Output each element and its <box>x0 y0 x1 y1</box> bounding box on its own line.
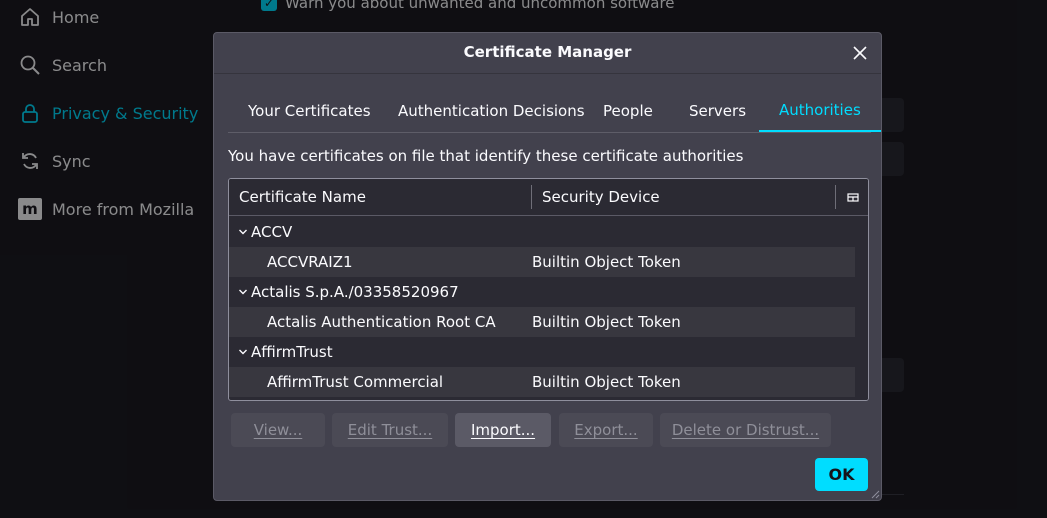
tree-scrollbar[interactable] <box>856 216 868 400</box>
certificate-tree[interactable]: Certificate Name Security Device ACCV AC… <box>228 178 869 401</box>
chevron-down-icon[interactable] <box>237 226 249 238</box>
tab-your-certificates[interactable]: Your Certificates <box>242 89 377 132</box>
tree-row-group[interactable]: AffirmTrust <box>229 337 855 367</box>
tree-row-certificate[interactable]: ACCVRAIZ1 Builtin Object Token <box>229 247 855 277</box>
tab-authorities[interactable]: Authorities <box>759 89 881 132</box>
column-picker-button[interactable] <box>846 190 860 204</box>
security-device: Builtin Object Token <box>532 253 681 271</box>
column-divider[interactable] <box>531 185 532 209</box>
security-device: Builtin Object Token <box>532 313 681 331</box>
edit-trust-button[interactable]: Edit Trust... <box>332 413 448 447</box>
button-label: Delete or Distrust... <box>671 421 820 439</box>
certificate-name: AffirmTrust Commercial <box>267 373 444 391</box>
close-icon <box>853 46 867 60</box>
button-label: OK <box>828 465 855 484</box>
chevron-down-icon[interactable] <box>237 286 249 298</box>
tab-label: Authorities <box>779 100 861 119</box>
button-label: Edit Trust... <box>347 421 433 439</box>
tab-label: People <box>603 101 653 120</box>
tree-row-certificate[interactable]: Actalis Authentication Root CA Builtin O… <box>229 307 855 337</box>
tree-row-group[interactable]: Actalis S.p.A./03358520967 <box>229 277 855 307</box>
column-header-security-device[interactable]: Security Device <box>542 179 660 215</box>
tree-row-certificate[interactable]: AffirmTrust Commercial Builtin Object To… <box>229 367 855 397</box>
import-button[interactable]: Import... <box>455 413 551 447</box>
tab-authentication-decisions[interactable]: Authentication Decisions <box>392 89 591 132</box>
authorities-description: You have certificates on file that ident… <box>228 147 744 165</box>
certificate-name: Actalis Authentication Root CA <box>267 313 496 331</box>
column-header-label: Security Device <box>542 188 660 206</box>
tab-label: Servers <box>689 101 747 120</box>
security-device: Builtin Object Token <box>532 373 681 391</box>
tree-header: Certificate Name Security Device <box>229 179 868 216</box>
close-button[interactable] <box>849 42 871 64</box>
ok-button[interactable]: OK <box>815 458 868 491</box>
export-button[interactable]: Export... <box>559 413 653 447</box>
tree-row-group[interactable]: ACCV <box>229 217 855 247</box>
column-divider[interactable] <box>835 185 836 209</box>
divider <box>214 73 881 74</box>
view-button[interactable]: View... <box>231 413 325 447</box>
certificate-manager-dialog: Certificate Manager Your Certificates Au… <box>213 32 882 501</box>
group-name: ACCV <box>251 223 293 241</box>
column-header-certificate-name[interactable]: Certificate Name <box>239 179 366 215</box>
certificate-name: ACCVRAIZ1 <box>267 253 353 271</box>
tab-bar: Your Certificates Authentication Decisio… <box>228 89 881 133</box>
button-label: Export... <box>574 421 638 439</box>
button-label: Import... <box>470 421 536 439</box>
dialog-title: Certificate Manager <box>463 43 632 61</box>
resize-grip-icon[interactable] <box>870 489 880 499</box>
tab-servers[interactable]: Servers <box>683 89 752 132</box>
button-label: View... <box>253 421 303 439</box>
tab-people[interactable]: People <box>597 89 659 132</box>
column-picker-icon <box>847 193 859 202</box>
group-name: Actalis S.p.A./03358520967 <box>251 283 459 301</box>
chevron-down-icon[interactable] <box>237 346 249 358</box>
column-header-label: Certificate Name <box>239 188 366 206</box>
delete-or-distrust-button[interactable]: Delete or Distrust... <box>660 413 831 447</box>
tab-label: Your Certificates <box>248 101 371 120</box>
group-name: AffirmTrust <box>251 343 333 361</box>
tab-label: Authentication Decisions <box>398 101 585 120</box>
